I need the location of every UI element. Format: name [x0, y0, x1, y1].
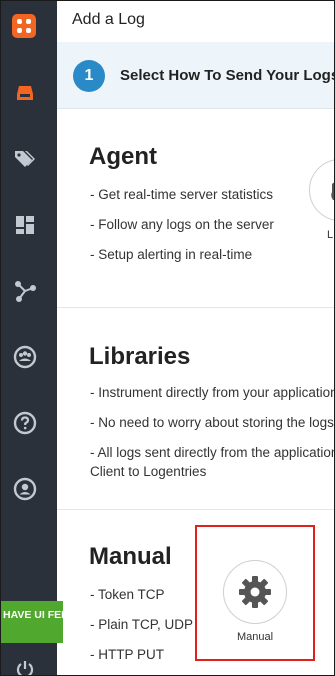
step-number-badge: 1: [73, 60, 105, 92]
gear-icon: [239, 576, 271, 608]
graph-icon: [15, 281, 36, 302]
manual-option-button[interactable]: [223, 560, 287, 624]
main-content: Add a Log 1 Select How To Send Your Logs…: [57, 1, 335, 675]
sidebar-item-team[interactable]: [13, 345, 37, 369]
help-icon: [13, 411, 37, 435]
libraries-bullet: - No need to worry about storing the log…: [90, 415, 334, 430]
manual-option-card[interactable]: Manual: [195, 525, 315, 661]
agent-section: Agent - Get real-time server statistics …: [57, 109, 334, 308]
manual-bullet: - Token TCP: [90, 587, 165, 602]
user-icon: [13, 477, 37, 501]
sidebar-item-account[interactable]: [13, 477, 37, 501]
sidebar: HAVE UI FEEDBACK?: [1, 1, 63, 675]
step-banner: 1 Select How To Send Your Logs: [57, 42, 335, 109]
agent-bullet: - Get real-time server statistics: [90, 187, 274, 202]
tags-icon: [15, 151, 35, 167]
sidebar-item-tags[interactable]: [13, 147, 37, 171]
manual-title: Manual: [89, 543, 172, 570]
inbox-icon: [17, 86, 33, 100]
step-title: Select How To Send Your Logs: [120, 67, 335, 84]
sidebar-item-logs[interactable]: [13, 81, 37, 105]
power-icon: [16, 661, 34, 675]
agent-option-label: L: [327, 229, 334, 241]
manual-option-label: Manual: [236, 631, 274, 643]
sidebar-item-graph[interactable]: [13, 279, 37, 303]
libraries-bullet: - Instrument directly from your applicat…: [90, 385, 335, 400]
page-title: Add a Log: [72, 11, 145, 28]
libraries-title: Libraries: [89, 343, 191, 370]
sidebar-item-dashboard[interactable]: [13, 213, 37, 237]
sidebar-item-help[interactable]: [13, 411, 37, 435]
app-frame: HAVE UI FEEDBACK? Add a Log 1 Select How…: [0, 0, 335, 676]
agent-bullet: - Follow any logs on the server: [90, 217, 274, 232]
sidebar-item-logout[interactable]: [13, 657, 37, 675]
header: Add a Log: [57, 1, 334, 43]
feedback-button[interactable]: HAVE UI FEEDBACK?: [1, 601, 63, 643]
team-icon: [13, 345, 37, 369]
agent-option-button[interactable]: [309, 159, 334, 221]
libraries-bullet: - All logs sent directly from the applic…: [90, 445, 335, 460]
logo-icon: [17, 19, 31, 33]
libraries-section: Libraries - Instrument directly from you…: [57, 307, 335, 510]
logo[interactable]: [12, 14, 36, 38]
agent-title: Agent: [89, 143, 157, 170]
libraries-bullet: Client to Logentries: [90, 464, 207, 479]
manual-bullet: - HTTP PUT: [90, 647, 164, 662]
manual-bullet: - Plain TCP, UDP: [90, 617, 194, 632]
dashboard-icon: [16, 216, 34, 234]
feedback-label: HAVE UI FEEDBACK?: [3, 609, 63, 621]
agent-bullet: - Setup alerting in real-time: [90, 247, 253, 262]
linux-icon: [331, 182, 334, 200]
